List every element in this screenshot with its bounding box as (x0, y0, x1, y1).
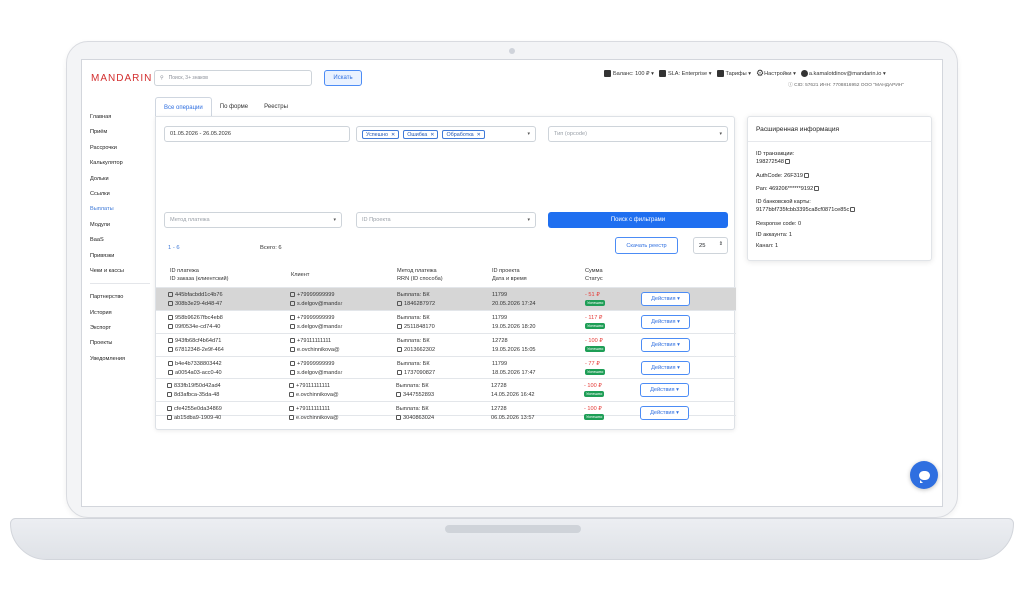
sidebar-item-links[interactable]: Ссылки (90, 187, 152, 202)
txn-label: ID транзакции: (756, 151, 795, 157)
sidebar-item-bindings[interactable]: Привязки (90, 249, 152, 264)
sidebar-item-acquiring[interactable]: Приём (90, 125, 152, 140)
sidebar-divider (90, 283, 150, 285)
user-menu[interactable]: a.kamalotdinov@mandarin.io ▾ (800, 70, 886, 77)
search-input[interactable]: ⚲ Поиск, 3+ знаков (154, 70, 312, 86)
sidebar-item-partnership[interactable]: Партнерство (90, 290, 152, 305)
copy-icon (785, 159, 790, 164)
search-icon: ⚲ (160, 75, 164, 81)
sidebar-item-dolyami[interactable]: Дольки (90, 172, 152, 187)
sidebar-item-receipts[interactable]: Чеки и кассы (90, 264, 152, 279)
tab-bar: Все операции По форме Реестры (155, 97, 296, 117)
pan[interactable]: Pan: 469206******9192 (756, 185, 821, 193)
sidebar-item-calculator[interactable]: Калькулятор (90, 156, 152, 171)
copy-icon (850, 207, 856, 212)
operations-panel-last (154, 115, 734, 429)
chat-icon (918, 470, 930, 483)
sidebar-item-export[interactable]: Экспорт (90, 321, 152, 336)
laptop-notch (445, 525, 581, 533)
sidebar: Главная Приём Рассрочки Калькулятор Доль… (90, 110, 152, 367)
gear-icon: ⚙ (756, 68, 765, 78)
tab-registries[interactable]: Реестры (256, 97, 296, 117)
chat-button[interactable] (910, 461, 938, 489)
tariffs-menu[interactable]: Тарифы ▾ (716, 70, 751, 77)
document-icon (658, 70, 666, 77)
company-info: ⓘ CID: 57621 ИНН: 7708816952 ООО "МАНДАР… (788, 83, 904, 88)
camera-dot (509, 48, 515, 54)
sidebar-item-history[interactable]: История (90, 306, 152, 321)
extended-info-panel: Расширенная информация ID транзакции: 19… (747, 116, 932, 261)
header-toolbar: Баланс: 100 ₽ ▾ SLA: Enterprise ▾ Тарифы… (604, 68, 886, 78)
sidebar-item-home[interactable]: Главная (90, 110, 152, 125)
balance-menu[interactable]: Баланс: 100 ₽ ▾ (604, 70, 654, 77)
search-placeholder: Поиск, 3+ знаков (168, 75, 208, 81)
sidebar-item-modules[interactable]: Модули (90, 218, 152, 233)
sidebar-item-payouts[interactable]: Выплаты (90, 202, 152, 217)
sidebar-item-baas[interactable]: BaaS (90, 233, 152, 248)
laptop-base (10, 518, 1014, 560)
channel: Канал: 1 (756, 243, 779, 249)
sidebar-item-installments[interactable]: Рассрочки (90, 141, 152, 156)
wallet-icon (604, 70, 611, 77)
account-id: ID аккаунта: 1 (756, 232, 793, 238)
txn-value[interactable]: 198272548 (756, 158, 792, 166)
tab-all-operations[interactable]: Все операции (155, 97, 212, 117)
response-code: Response code: 0 (756, 221, 802, 227)
ruble-icon (716, 70, 724, 77)
info-divider (748, 141, 931, 142)
card-id-value[interactable]: 9177bbf735fcbb3395ca8cf0871ce85c (756, 206, 857, 214)
copy-icon (803, 173, 809, 178)
user-icon (800, 70, 808, 77)
sidebar-item-projects[interactable]: Проекты (90, 336, 152, 351)
tab-by-form[interactable]: По форме (212, 97, 256, 117)
info-panel-title: Расширенная информация (756, 126, 840, 133)
sidebar-item-notifications[interactable]: Уведомления (90, 352, 152, 367)
copy-icon (814, 186, 820, 191)
search-button[interactable]: Искать (324, 70, 362, 86)
sla-menu[interactable]: SLA: Enterprise ▾ (658, 70, 712, 77)
settings-menu[interactable]: ⚙Настройки ▾ (756, 68, 796, 78)
card-id-label: ID банковской карты: (756, 199, 811, 205)
logo[interactable]: MANDARIN (91, 73, 152, 84)
authcode[interactable]: AuthCode: 26F319 (756, 172, 811, 180)
